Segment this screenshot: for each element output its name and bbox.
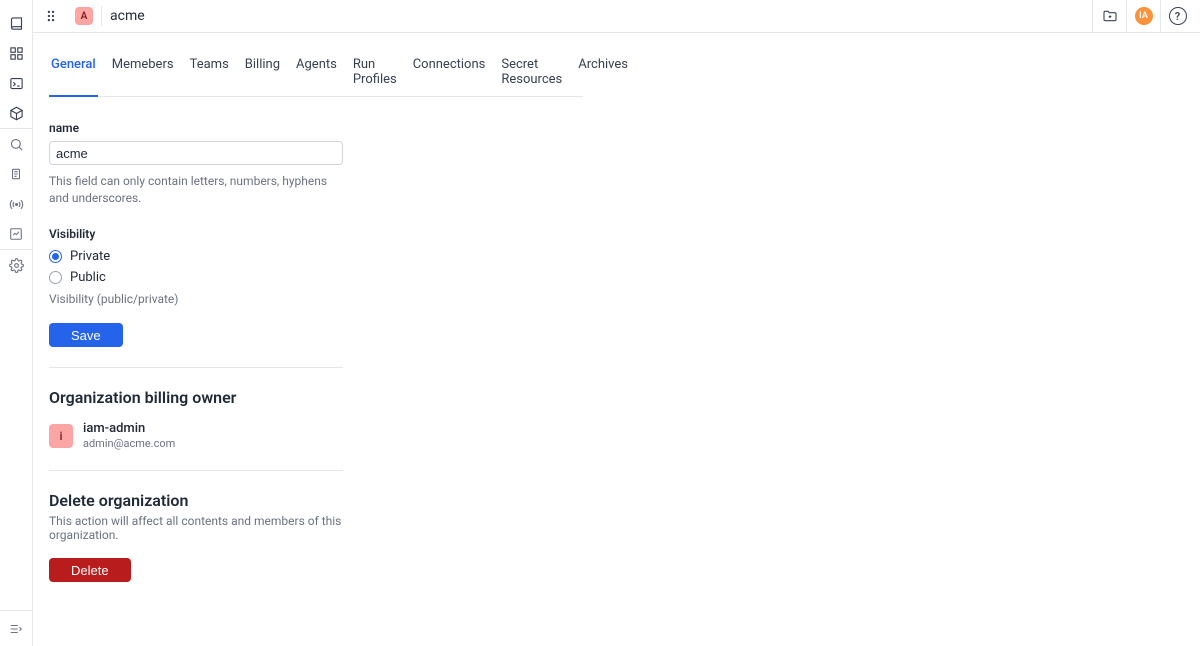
apps-menu-icon[interactable] [43, 6, 63, 26]
terminal-icon[interactable] [0, 68, 32, 98]
radio-checked-icon [49, 250, 62, 263]
gear-icon[interactable] [0, 250, 32, 280]
visibility-label: Visibility [49, 227, 343, 241]
clipboard-icon[interactable] [0, 159, 32, 189]
tab-connections[interactable]: Connections [411, 51, 488, 97]
signal-icon[interactable] [0, 189, 32, 219]
visibility-helper: Visibility (public/private) [49, 291, 343, 308]
divider [49, 367, 343, 368]
chart-icon[interactable] [0, 219, 32, 249]
org-avatar[interactable]: A [75, 7, 93, 25]
visibility-public-option[interactable]: Public [49, 270, 343, 285]
help-icon: ? [1169, 7, 1187, 25]
book-icon[interactable] [0, 8, 32, 38]
divider [49, 470, 343, 471]
expand-sidebar-icon[interactable] [0, 610, 32, 646]
radio-unchecked-icon [49, 271, 62, 284]
delete-org-sub: This action will affect all contents and… [49, 514, 343, 542]
topbar: A acme IA ? [33, 0, 1200, 33]
cube-icon[interactable] [0, 98, 32, 128]
visibility-private-label: Private [70, 249, 110, 264]
owner-name: iam-admin [83, 421, 175, 437]
tab-general[interactable]: General [49, 51, 98, 97]
name-helper: This field can only contain letters, num… [49, 173, 343, 207]
tab-billing[interactable]: Billing [243, 51, 282, 97]
tab-teams[interactable]: Teams [188, 51, 231, 97]
tab-members[interactable]: Memebers [110, 51, 176, 97]
owner-email: admin@acme.com [83, 437, 175, 450]
tabs: General Memebers Teams Billing Agents Ru… [49, 51, 583, 97]
tab-archives[interactable]: Archives [576, 51, 630, 97]
tab-run-profiles[interactable]: Run Profiles [351, 51, 399, 97]
search-icon[interactable] [0, 129, 32, 159]
billing-owner-heading: Organization billing owner [49, 388, 343, 407]
delete-button[interactable]: Delete [49, 558, 131, 582]
save-button[interactable]: Save [49, 323, 123, 347]
billing-owner-row: i iam-admin admin@acme.com [49, 421, 343, 450]
tab-secret-resources[interactable]: Secret Resources [499, 51, 564, 97]
delete-org-heading: Delete organization [49, 491, 343, 510]
org-name: acme [110, 8, 145, 24]
divider [101, 6, 102, 26]
tab-agents[interactable]: Agents [294, 51, 339, 97]
owner-avatar: i [49, 424, 73, 448]
grid-icon[interactable] [0, 38, 32, 68]
name-input[interactable] [49, 141, 343, 165]
user-avatar: IA [1135, 7, 1153, 25]
left-nav-rail [0, 0, 33, 646]
visibility-private-option[interactable]: Private [49, 249, 343, 264]
new-folder-button[interactable] [1092, 0, 1126, 32]
content: General Memebers Teams Billing Agents Ru… [33, 33, 1200, 600]
name-label: name [49, 121, 343, 135]
help-button[interactable]: ? [1160, 0, 1194, 32]
user-menu[interactable]: IA [1126, 0, 1160, 32]
visibility-public-label: Public [70, 270, 106, 285]
